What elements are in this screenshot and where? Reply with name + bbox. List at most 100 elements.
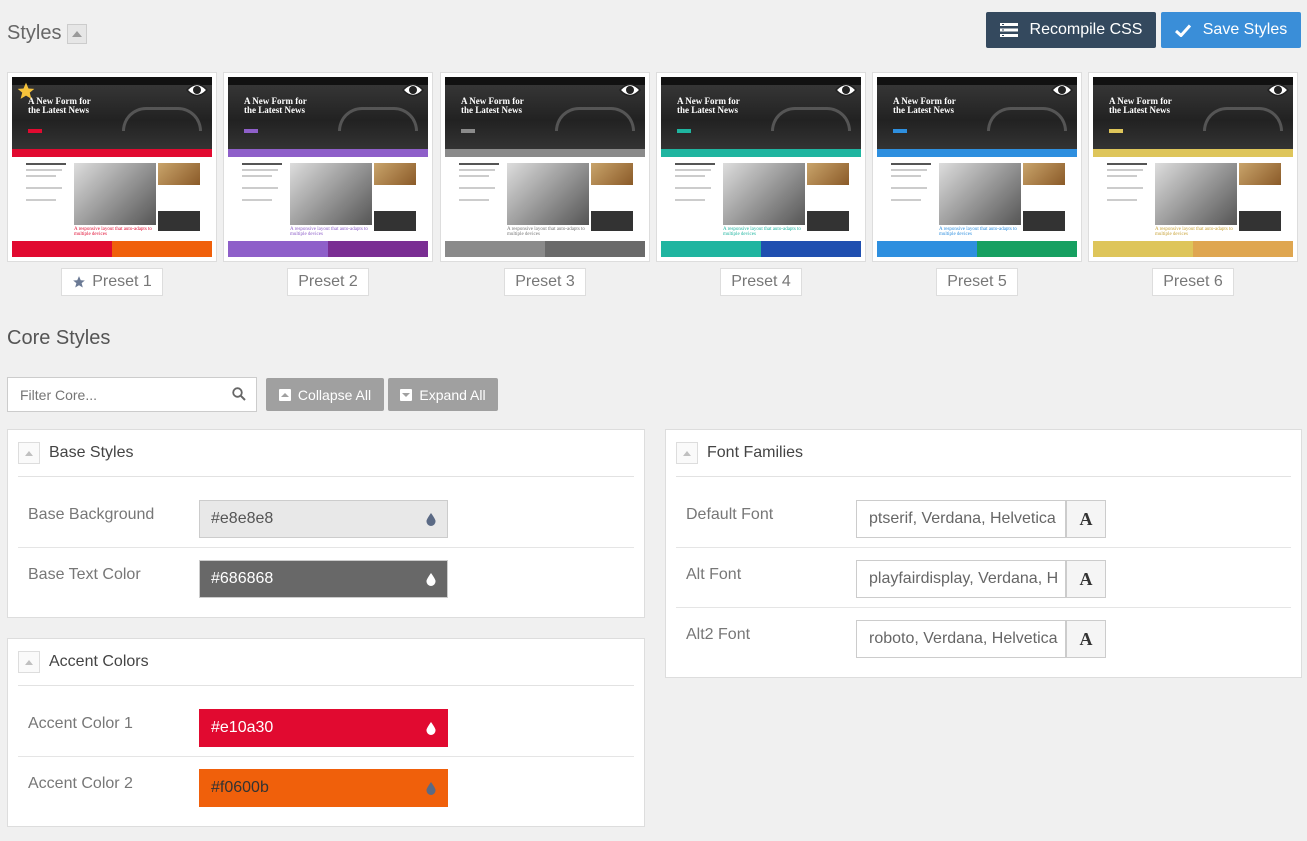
- thumbnail-subline: A responsive layout that auto-adapts to …: [1155, 227, 1233, 237]
- preset-label-text: Preset 4: [731, 273, 791, 290]
- preset-thumbnail[interactable]: A New Form for the Latest News A respons…: [1088, 72, 1298, 262]
- setting-label: Base Background: [28, 506, 155, 523]
- preset-label-text: Preset 5: [947, 273, 1007, 290]
- search-icon: [232, 387, 246, 406]
- filter-core-input[interactable]: [8, 378, 218, 411]
- thumbnail-subline: A responsive layout that auto-adapts to …: [507, 227, 585, 237]
- setting-label: Alt Font: [686, 566, 742, 583]
- accent-color-1-input[interactable]: #e10a30: [199, 709, 448, 747]
- drop-icon[interactable]: [426, 513, 436, 531]
- chevron-up-icon: [683, 450, 691, 456]
- save-styles-button[interactable]: Save Styles: [1161, 12, 1301, 48]
- preset-thumbnail[interactable]: A New Form for the Latest News A respons…: [656, 72, 866, 262]
- setting-label: Alt2 Font: [686, 626, 751, 643]
- collapse-icon: [278, 388, 291, 401]
- preset-2[interactable]: A New Form for the Latest News A respons…: [223, 72, 433, 296]
- panel-header: Base Styles: [18, 430, 634, 477]
- setting-row: Base Background #e8e8e8: [18, 488, 634, 548]
- setting-row: Accent Color 1 #e10a30: [18, 697, 634, 757]
- font-picker-button[interactable]: A: [1066, 560, 1106, 598]
- alt2-font-input[interactable]: roboto, Verdana, Helvetica: [856, 620, 1066, 658]
- thumbnail-headline: A New Form for the Latest News: [28, 96, 91, 115]
- setting-label: Accent Color 2: [28, 775, 133, 792]
- recompile-css-label: Recompile CSS: [1029, 21, 1143, 38]
- setting-row: Alt2 Font roboto, Verdana, Helvetica A: [676, 608, 1291, 668]
- setting-label: Default Font: [686, 506, 774, 523]
- preset-thumbnail[interactable]: A New Form for the Latest News A respons…: [872, 72, 1082, 262]
- eye-icon[interactable]: [401, 82, 425, 103]
- preset-thumbnail[interactable]: A New Form for the Latest News A respons…: [7, 72, 217, 262]
- eye-icon[interactable]: [834, 82, 858, 103]
- panel-title: Base Styles: [49, 444, 134, 461]
- star-icon: [72, 275, 86, 289]
- font-picker-button[interactable]: A: [1066, 620, 1106, 658]
- preset-5[interactable]: A New Form for the Latest News A respons…: [872, 72, 1082, 296]
- color-value: #686868: [211, 570, 274, 587]
- accent-color-2-input[interactable]: #f0600b: [199, 769, 448, 807]
- preset-4[interactable]: A New Form for the Latest News A respons…: [656, 72, 866, 296]
- preset-1[interactable]: A New Form for the Latest News A respons…: [7, 72, 217, 296]
- accent-colors-panel: Accent Colors Accent Color 1 #e10a30 Acc…: [7, 638, 645, 827]
- expand-all-button[interactable]: Expand All: [388, 378, 498, 411]
- expand-all-label: Expand All: [419, 386, 486, 403]
- preset-label-2[interactable]: Preset 2: [287, 268, 369, 296]
- setting-label: Base Text Color: [28, 566, 141, 583]
- preset-label-1[interactable]: Preset 1: [61, 268, 163, 296]
- base-background-color-input[interactable]: #e8e8e8: [199, 500, 448, 538]
- eye-icon[interactable]: [1050, 82, 1074, 103]
- preset-label-4[interactable]: Preset 4: [720, 268, 802, 296]
- font-families-panel: Font Families Default Font ptserif, Verd…: [665, 429, 1302, 678]
- preset-label-text: Preset 3: [515, 273, 575, 290]
- preset-label-3[interactable]: Preset 3: [504, 268, 586, 296]
- setting-row: Default Font ptserif, Verdana, Helvetica…: [676, 488, 1291, 548]
- setting-row: Accent Color 2 #f0600b: [18, 757, 634, 817]
- drop-icon[interactable]: [426, 573, 436, 591]
- collapse-all-label: Collapse All: [297, 386, 372, 403]
- eye-icon[interactable]: [185, 82, 209, 103]
- expand-icon: [400, 388, 413, 401]
- eye-icon[interactable]: [1266, 82, 1290, 103]
- chevron-up-icon: [72, 30, 83, 37]
- preset-label-text: Preset 2: [298, 273, 358, 290]
- preset-gallery: A New Form for the Latest News A respons…: [7, 72, 1307, 302]
- preset-3[interactable]: A New Form for the Latest News A respons…: [440, 72, 650, 296]
- collapse-panel-button[interactable]: [18, 651, 40, 673]
- preset-thumbnail[interactable]: A New Form for the Latest News A respons…: [440, 72, 650, 262]
- thumbnail-subline: A responsive layout that auto-adapts to …: [939, 227, 1017, 237]
- thumbnail-headline: A New Form for the Latest News: [1109, 96, 1172, 115]
- thumbnail-headline: A New Form for the Latest News: [244, 96, 307, 115]
- collapse-styles-toggle[interactable]: [67, 23, 88, 44]
- thumbnail-subline: A responsive layout that auto-adapts to …: [290, 227, 368, 237]
- panel-header: Accent Colors: [18, 639, 634, 686]
- font-picker-button[interactable]: A: [1066, 500, 1106, 538]
- preset-label-text: Preset 6: [1163, 273, 1223, 290]
- color-value: #e10a30: [211, 719, 274, 736]
- thumbnail-headline: A New Form for the Latest News: [893, 96, 956, 115]
- eye-icon[interactable]: [618, 82, 642, 103]
- preset-6[interactable]: A New Form for the Latest News A respons…: [1088, 72, 1298, 296]
- collapse-all-button[interactable]: Collapse All: [266, 378, 384, 411]
- thumbnail-headline: A New Form for the Latest News: [461, 96, 524, 115]
- collapse-panel-button[interactable]: [676, 442, 698, 464]
- chevron-up-icon: [25, 450, 33, 456]
- setting-row: Alt Font playfairdisplay, Verdana, H A: [676, 548, 1291, 608]
- preset-thumbnail[interactable]: A New Form for the Latest News A respons…: [223, 72, 433, 262]
- recompile-css-button[interactable]: Recompile CSS: [986, 12, 1156, 48]
- alt-font-input[interactable]: playfairdisplay, Verdana, H: [856, 560, 1066, 598]
- thumbnail-subline: A responsive layout that auto-adapts to …: [723, 227, 801, 237]
- font-icon: A: [1079, 628, 1093, 649]
- chevron-up-icon: [25, 659, 33, 665]
- filter-core: [7, 377, 257, 412]
- panel-title: Accent Colors: [49, 653, 149, 670]
- core-styles-title: Core Styles: [7, 327, 111, 349]
- default-font-input[interactable]: ptserif, Verdana, Helvetica: [856, 500, 1066, 538]
- drop-icon[interactable]: [426, 722, 436, 740]
- base-styles-panel: Base Styles Base Background #e8e8e8 Base…: [7, 429, 645, 618]
- collapse-panel-button[interactable]: [18, 442, 40, 464]
- preset-label-6[interactable]: Preset 6: [1152, 268, 1234, 296]
- list-icon: [999, 23, 1018, 37]
- preset-label-5[interactable]: Preset 5: [936, 268, 1018, 296]
- base-text-color-input[interactable]: #686868: [199, 560, 448, 598]
- drop-icon[interactable]: [426, 782, 436, 800]
- color-value: #e8e8e8: [211, 510, 274, 527]
